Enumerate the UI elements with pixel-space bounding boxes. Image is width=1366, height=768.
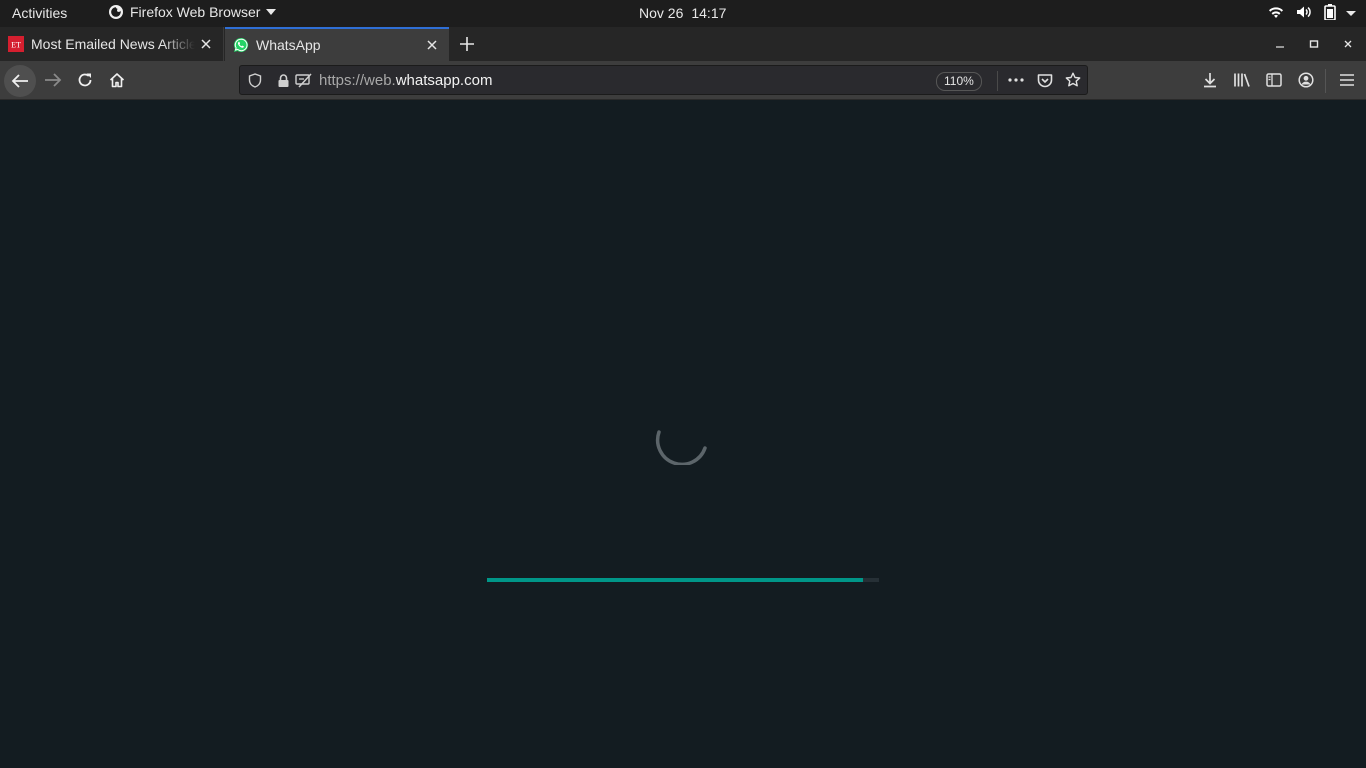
clock-date: Nov 26 — [639, 5, 684, 21]
favicon-letters: ET — [11, 41, 21, 50]
minimize-icon — [1276, 46, 1284, 48]
tab-title: WhatsApp — [256, 37, 321, 53]
forward-button[interactable] — [39, 66, 67, 94]
home-button[interactable] — [103, 66, 131, 94]
whatsapp-icon — [234, 37, 249, 52]
page-actions-icon[interactable] — [1008, 72, 1024, 88]
economic-times-icon: ET — [8, 36, 24, 52]
url-host: whatsapp.com — [395, 72, 493, 89]
activities-button[interactable]: Activities — [12, 5, 67, 21]
app-menu-button[interactable] — [1333, 66, 1361, 94]
app-menu-label: Firefox Web Browser — [130, 4, 261, 20]
close-window-button[interactable] — [1339, 35, 1357, 53]
minimize-button[interactable] — [1271, 35, 1289, 53]
close-tab-icon[interactable] — [421, 34, 443, 56]
url-text[interactable]: https://web.whatsapp.com — [319, 72, 492, 89]
new-tab-button[interactable] — [456, 33, 478, 55]
plus-icon — [460, 37, 474, 51]
arrow-left-icon — [11, 74, 28, 88]
permissions-icon[interactable] — [295, 72, 313, 88]
tab-whatsapp[interactable]: WhatsApp — [225, 27, 449, 61]
navigation-toolbar: https://web.whatsapp.com 110% — [0, 61, 1366, 100]
loading-progress-fill — [487, 578, 864, 582]
back-button[interactable] — [4, 65, 36, 97]
clock-time: 14:17 — [691, 5, 727, 21]
tracking-protection-shield-icon[interactable] — [247, 72, 263, 88]
tab-title: Most Emailed News Articles — [31, 36, 195, 52]
pocket-icon[interactable] — [1037, 72, 1053, 88]
firefox-icon — [109, 5, 123, 19]
close-icon — [1344, 40, 1352, 48]
tab-strip: ET Most Emailed News Articles WhatsApp — [0, 27, 1366, 61]
library-icon — [1234, 73, 1250, 87]
zoom-indicator[interactable]: 110% — [936, 72, 982, 91]
hamburger-menu-icon — [1340, 74, 1354, 86]
clock[interactable]: Nov 26 14:17 — [639, 5, 726, 21]
url-bar[interactable]: https://web.whatsapp.com 110% — [239, 65, 1088, 95]
arrow-right-icon — [45, 73, 62, 87]
battery-icon — [1324, 4, 1336, 20]
urlbar-divider — [997, 71, 998, 91]
chevron-down-icon — [266, 9, 277, 15]
system-top-bar: Activities Firefox Web Browser Nov 26 14:… — [0, 0, 1366, 27]
sidebar-icon — [1266, 73, 1282, 87]
account-button[interactable] — [1292, 66, 1320, 94]
downloads-button[interactable] — [1196, 66, 1224, 94]
status-menu-chevron-icon[interactable] — [1346, 4, 1356, 20]
maximize-button[interactable] — [1305, 35, 1323, 53]
loading-progress-bar — [487, 578, 879, 582]
sidebar-button[interactable] — [1260, 66, 1288, 94]
account-icon — [1298, 72, 1314, 88]
app-menu[interactable]: Firefox Web Browser — [108, 4, 277, 20]
library-button[interactable] — [1228, 66, 1256, 94]
home-icon — [109, 73, 125, 88]
lock-icon[interactable] — [275, 72, 291, 88]
close-tab-icon[interactable] — [195, 33, 217, 55]
bookmark-star-icon[interactable] — [1065, 72, 1081, 88]
maximize-icon — [1309, 40, 1319, 48]
wifi-icon — [1269, 7, 1283, 18]
url-prefix: https://web. — [319, 72, 396, 89]
loading-spinner-icon — [655, 430, 707, 465]
reload-icon — [78, 73, 92, 87]
toolbar-divider — [1325, 69, 1326, 93]
reload-button[interactable] — [71, 66, 99, 94]
status-area[interactable] — [1268, 4, 1336, 20]
volume-icon — [1297, 6, 1311, 18]
download-icon — [1204, 73, 1216, 88]
tab-most-emailed[interactable]: ET Most Emailed News Articles — [0, 27, 224, 61]
page-content — [0, 100, 1366, 768]
